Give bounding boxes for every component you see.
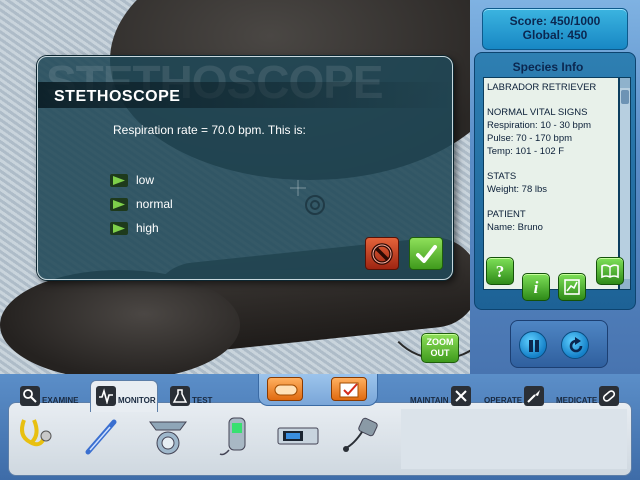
game-screen: ZOOM OUT STETHOSCOPE STETHOSCOPE Respira… <box>0 0 640 480</box>
handbook-button[interactable] <box>596 257 624 285</box>
restart-button[interactable] <box>561 331 589 359</box>
tab-maintain[interactable]: MAINTAIN <box>410 383 473 409</box>
help-icon: ? <box>496 262 505 281</box>
dialog-question: Respiration rate = 70.0 bpm. This is: <box>113 123 306 137</box>
option-label: normal <box>136 197 173 211</box>
arrow-right-icon <box>110 221 128 235</box>
help-button[interactable]: ? <box>486 257 514 285</box>
records-button[interactable] <box>267 377 303 401</box>
chart-button[interactable] <box>558 273 586 301</box>
zoom-out-label-line1: ZOOM <box>426 337 454 347</box>
checkmark-icon <box>416 245 437 263</box>
option-label: high <box>136 221 159 235</box>
info-line: LABRADOR RETRIEVER <box>487 82 597 93</box>
tab-label: MAINTAIN <box>410 395 449 405</box>
option-normal[interactable]: normal <box>110 195 173 213</box>
heartbeat-icon <box>96 386 116 406</box>
tab-label: MEDICATE <box>556 395 598 405</box>
scale-tool[interactable] <box>146 414 190 458</box>
doppler-probe-tool[interactable] <box>340 414 384 458</box>
option-label: low <box>136 173 155 187</box>
info-line: Temp: 101 - 102 F <box>487 145 565 157</box>
blood-pressure-monitor-tool[interactable] <box>276 414 320 458</box>
option-low[interactable]: low <box>110 171 154 189</box>
thermometer-tool[interactable] <box>80 414 124 458</box>
info-line: Pulse: 70 - 170 bpm <box>487 132 573 144</box>
checklist-icon <box>339 382 359 398</box>
book-icon <box>601 264 619 279</box>
tab-medicate[interactable]: MEDICATE <box>556 383 621 409</box>
checklist-button[interactable] <box>331 377 367 401</box>
score-text: Score: 450/1000 <box>509 14 601 28</box>
svg-text:i: i <box>534 278 539 297</box>
zoom-out-button[interactable]: ZOOM OUT <box>421 333 459 363</box>
info-line: Respiration: 10 - 30 bpm <box>487 120 592 132</box>
tab-test[interactable]: TEST <box>170 383 212 409</box>
right-panel: Score: 450/1000 Global: 450 Species Info… <box>470 0 640 374</box>
zoom-out-label-line2: OUT <box>430 348 450 358</box>
option-high[interactable]: high <box>110 219 159 237</box>
scalpel-icon <box>524 386 545 406</box>
species-info-header: Species Info <box>512 60 584 74</box>
bottom-toolbar: EXAMINE MONITOR TEST MAINTAIN OPERATE ME… <box>0 374 640 480</box>
crosshair-cursor-icon <box>290 180 325 215</box>
tab-monitor[interactable]: MONITOR <box>96 383 156 409</box>
tab-examine[interactable]: EXAMINE <box>20 383 78 409</box>
stethoscope-dialog: STETHOSCOPE STETHOSCOPE Respiration rate… <box>37 56 453 280</box>
tools-icon <box>450 386 471 406</box>
pause-button[interactable] <box>519 331 547 359</box>
cancel-button[interactable] <box>365 237 399 270</box>
scale-icon <box>149 421 187 455</box>
blood-pressure-monitor-icon <box>277 427 319 445</box>
stethoscope-icon <box>20 419 52 447</box>
ok-button[interactable] <box>409 237 443 270</box>
pulse-oximeter-icon <box>219 417 246 456</box>
pill-icon <box>599 386 620 406</box>
flask-icon <box>170 386 190 406</box>
quick-action-tab <box>258 374 378 406</box>
tab-label: TEST <box>192 395 213 405</box>
global-score-text: Global: 450 <box>522 28 588 42</box>
info-line: PATIENT <box>487 208 526 220</box>
stethoscope-tool[interactable] <box>14 414 58 458</box>
tab-label: MONITOR <box>118 395 156 405</box>
pulse-oximeter-tool[interactable] <box>216 414 260 458</box>
info-button[interactable]: i <box>522 273 550 301</box>
pause-icon <box>529 340 539 352</box>
tab-operate[interactable]: OPERATE <box>484 383 546 409</box>
dog-neck[interactable] <box>0 270 240 374</box>
dialog-title: STETHOSCOPE <box>54 88 181 105</box>
tool-tray-empty-area <box>401 409 627 469</box>
chart-icon <box>564 279 580 295</box>
arrow-right-icon <box>110 197 128 211</box>
doppler-probe-icon <box>343 417 378 452</box>
tab-label: OPERATE <box>484 395 523 405</box>
info-line: Weight: 78 lbs <box>487 183 548 195</box>
scroll-up-arrow-icon[interactable] <box>620 78 630 88</box>
thermometer-icon <box>85 419 117 455</box>
bandage-icon <box>274 384 298 396</box>
score-box: Score: 450/1000 Global: 450 <box>482 8 628 50</box>
info-icon: i <box>534 278 539 297</box>
no-sign-icon <box>371 243 393 265</box>
playback-controls <box>510 320 608 368</box>
tab-label: EXAMINE <box>42 395 79 405</box>
svg-text:?: ? <box>496 262 505 281</box>
info-line: Name: Bruno <box>487 221 543 233</box>
restart-icon <box>569 337 583 353</box>
info-line: STATS <box>487 170 517 182</box>
scroll-thumb[interactable] <box>621 90 629 104</box>
info-line: NORMAL VITAL SIGNS <box>487 107 588 119</box>
arrow-right-icon <box>110 173 128 187</box>
magnifier-icon <box>20 386 40 406</box>
